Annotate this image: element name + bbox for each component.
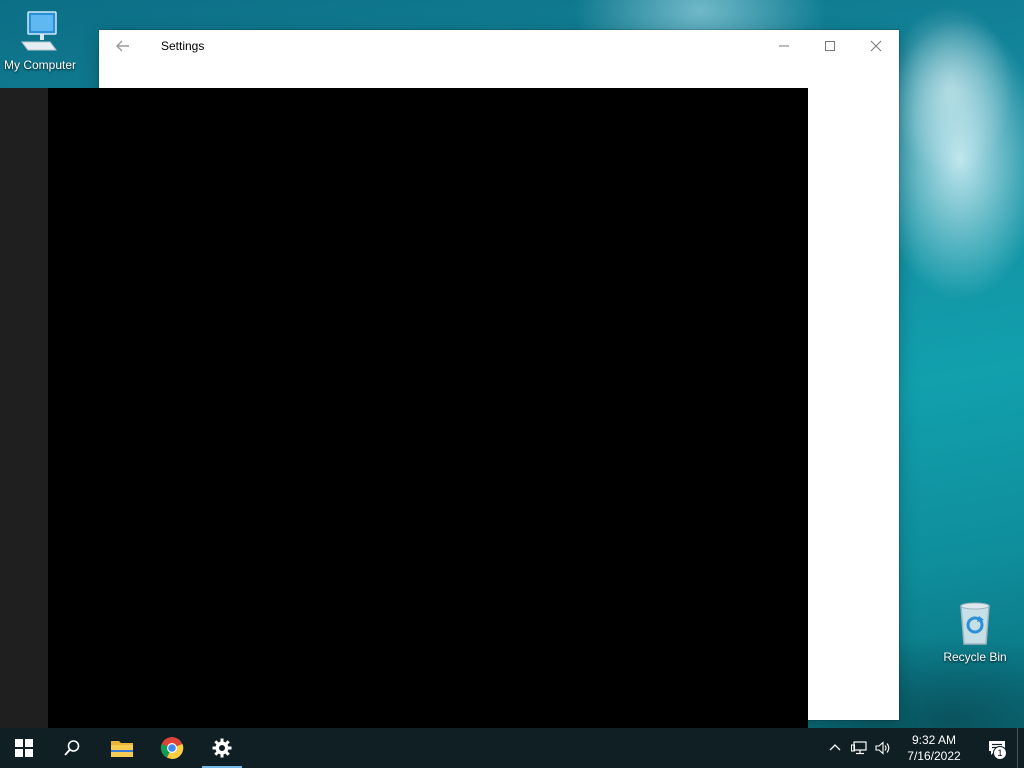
my-computer-label: My Computer <box>3 58 77 72</box>
search-icon <box>64 740 80 756</box>
windows-logo-icon <box>15 739 33 757</box>
network-button[interactable] <box>847 728 871 768</box>
chrome-button[interactable] <box>148 728 196 768</box>
title-bar[interactable]: Settings <box>99 30 899 62</box>
folder-icon <box>111 741 133 757</box>
window-title: Settings <box>161 39 205 53</box>
settings-taskbar-button[interactable] <box>198 728 246 768</box>
close-icon <box>870 40 882 52</box>
recycle-bin-icon <box>951 600 999 648</box>
my-computer-desktop-icon[interactable]: My Computer <box>0 8 80 72</box>
taskbar: 9:32 AM 7/16/2022 1 <box>0 728 1024 768</box>
clock[interactable]: 9:32 AM 7/16/2022 <box>899 732 969 764</box>
back-button[interactable] <box>109 34 137 58</box>
gear-icon <box>212 738 232 758</box>
show-hidden-icons-button[interactable] <box>823 728 847 768</box>
system-tray: 9:32 AM 7/16/2022 1 <box>823 728 1024 768</box>
recycle-bin-desktop-icon[interactable]: Recycle Bin <box>935 600 1015 664</box>
dark-panel-side-strip <box>0 88 48 728</box>
action-center-button[interactable]: 1 <box>977 728 1017 768</box>
clock-date: 7/16/2022 <box>907 749 961 763</box>
file-explorer-button[interactable] <box>98 728 146 768</box>
volume-button[interactable] <box>871 728 895 768</box>
minimize-button[interactable] <box>761 30 807 62</box>
search-button[interactable] <box>48 728 96 768</box>
minimize-icon <box>779 45 789 47</box>
back-arrow-icon <box>116 40 129 52</box>
show-desktop-button[interactable] <box>1017 728 1024 768</box>
notification-count-badge: 1 <box>993 746 1007 760</box>
computer-icon <box>16 8 64 56</box>
recycle-bin-label: Recycle Bin <box>943 650 1007 664</box>
desktop: My Computer Recycle Bin Settings <box>0 0 1024 728</box>
maximize-button[interactable] <box>807 30 853 62</box>
volume-icon <box>875 741 890 755</box>
close-button[interactable] <box>853 30 899 62</box>
clock-time: 9:32 AM <box>911 733 957 747</box>
start-button[interactable] <box>0 728 48 768</box>
chevron-up-icon <box>829 744 841 751</box>
dark-overlay-panel <box>0 88 808 728</box>
maximize-icon <box>825 41 835 51</box>
chrome-icon <box>160 737 184 760</box>
network-icon <box>851 741 867 755</box>
